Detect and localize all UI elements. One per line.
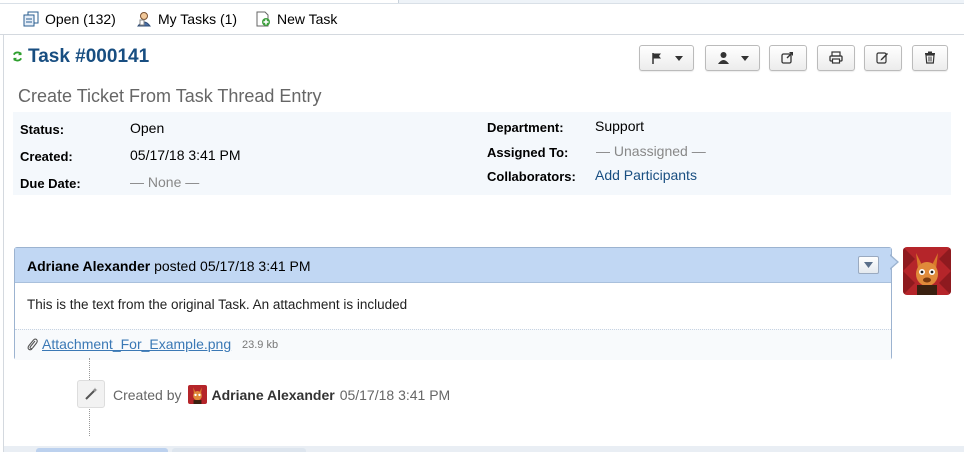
assign-button[interactable] <box>705 45 760 71</box>
nav-my-tasks[interactable]: My Tasks (1) <box>136 11 237 27</box>
attachment-size: 23.9 kb <box>242 339 279 351</box>
chevron-down-icon <box>864 262 873 268</box>
thread-entry-header: Adriane Alexander posted 05/17/18 3:41 P… <box>15 248 891 283</box>
new-doc-icon <box>255 11 271 27</box>
print-icon <box>829 51 843 64</box>
tab-post-update[interactable] <box>36 448 168 452</box>
nav-open-label: Open (132) <box>45 11 116 27</box>
created-by-label: Created by <box>113 386 182 403</box>
avatar <box>188 385 208 404</box>
trash-icon <box>925 51 935 64</box>
department-value: Support <box>595 118 645 134</box>
task-title: Task #000141 <box>12 46 149 68</box>
user-icon <box>136 11 152 27</box>
task-number[interactable]: Task #000141 <box>28 46 149 68</box>
add-participants-link[interactable]: Add Participants <box>595 167 697 183</box>
transfer-button[interactable] <box>769 45 807 71</box>
content-border <box>3 35 4 452</box>
thread-options-button[interactable] <box>858 256 879 274</box>
flag-button[interactable] <box>639 45 694 71</box>
nav-new-task[interactable]: New Task <box>255 11 337 27</box>
thread-entry: Adriane Alexander posted 05/17/18 3:41 P… <box>14 247 892 360</box>
paperclip-icon <box>27 338 38 351</box>
collaborators-label: Collaborators: <box>487 169 576 184</box>
event-date: 05/17/18 3:41 PM <box>339 386 451 403</box>
event-author: Adriane Alexander <box>211 386 335 403</box>
share-icon <box>781 52 793 64</box>
nav-my-tasks-label: My Tasks (1) <box>158 11 238 27</box>
thread-entry-meta: Adriane Alexander posted 05/17/18 3:41 P… <box>27 258 311 274</box>
thread-posted-date: 05/17/18 3:41 PM <box>200 258 311 274</box>
sub-navigation: Open (132) My Tasks (1) New Task <box>0 4 964 35</box>
thread-pointer <box>889 254 899 270</box>
nav-new-task-label: New Task <box>277 11 338 27</box>
chevron-down-icon <box>675 56 683 61</box>
thread-author: Adriane Alexander <box>27 258 151 274</box>
user-icon <box>718 52 729 64</box>
delete-button[interactable] <box>912 45 948 71</box>
active-tab-edge <box>0 0 399 3</box>
chevron-down-icon <box>741 56 749 61</box>
created-label: Created: <box>20 149 73 164</box>
tab-post-note[interactable] <box>172 448 306 452</box>
task-subject: Create Ticket From Task Thread Entry <box>18 86 322 106</box>
department-label: Department: <box>487 120 564 135</box>
refresh-icon[interactable] <box>12 50 23 65</box>
print-button[interactable] <box>817 45 855 71</box>
nav-open-tasks[interactable]: Open (132) <box>23 11 116 27</box>
avatar <box>903 247 951 295</box>
edit-button[interactable] <box>864 45 902 71</box>
due-date-label: Due Date: <box>20 176 81 191</box>
assigned-label: Assigned To: <box>487 145 569 160</box>
status-label: Status: <box>20 122 65 137</box>
due-date-value: — None — <box>130 174 200 190</box>
attachment-link[interactable]: Attachment_For_Example.png <box>42 336 231 352</box>
flag-icon <box>652 53 661 64</box>
attachment-row: Attachment_For_Example.png 23.9 kb <box>15 329 891 360</box>
task-info-panel: Status: Open Created: 05/17/18 3:41 PM D… <box>13 112 951 195</box>
thread-body: This is the text from the original Task.… <box>27 297 408 312</box>
magic-wand-icon <box>77 380 105 408</box>
created-value: 05/17/18 3:41 PM <box>130 147 241 163</box>
edit-icon <box>876 52 888 64</box>
bottom-tab-bar <box>4 446 964 452</box>
created-event: Created by Adriane Alexander 05/17/18 3:… <box>113 385 450 404</box>
tasks-icon <box>23 11 39 27</box>
thread-posted-text: posted <box>154 258 197 274</box>
assigned-value: — Unassigned — <box>596 143 706 159</box>
status-value: Open <box>130 120 165 136</box>
